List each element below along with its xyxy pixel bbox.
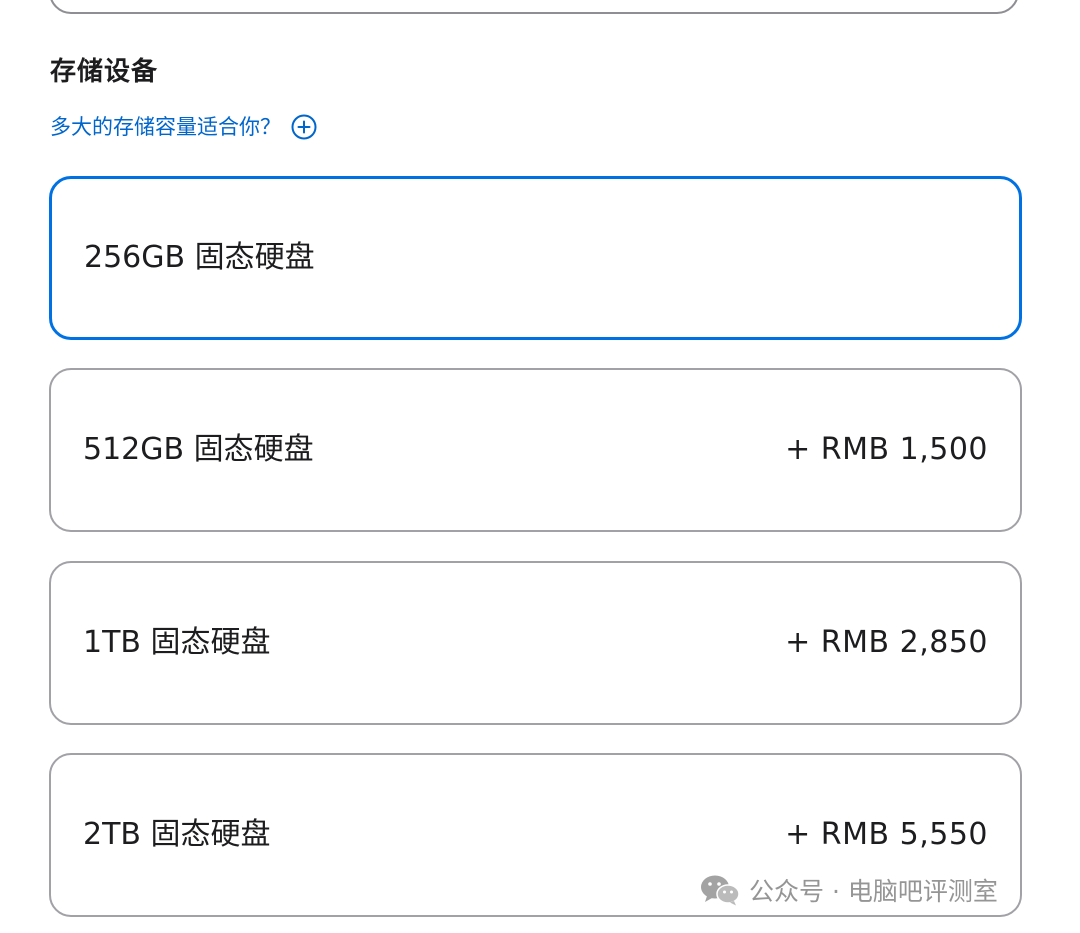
previous-option-card[interactable]	[49, 0, 1019, 14]
option-label: 512GB 固态硬盘	[83, 432, 314, 467]
plus-circle-icon[interactable]	[291, 114, 317, 140]
storage-help-link[interactable]: 多大的存储容量适合你？	[50, 109, 317, 145]
storage-help-link-text: 多大的存储容量适合你？	[50, 115, 281, 139]
storage-option-1tb[interactable]: 1TB 固态硬盘 + RMB 2,850	[49, 561, 1022, 725]
storage-config-page: 存储设备 多大的存储容量适合你？ 256GB 固态硬盘 512GB 固态硬盘 +…	[0, 0, 1080, 933]
wechat-icon	[701, 875, 740, 906]
option-label: 1TB 固态硬盘	[83, 625, 271, 660]
section-title: 存储设备	[50, 57, 159, 87]
watermark-text: 公众号 · 电脑吧评测室	[749, 877, 998, 906]
option-price: + RMB 1,500	[785, 432, 988, 467]
storage-option-256gb[interactable]: 256GB 固态硬盘	[49, 176, 1022, 340]
storage-option-512gb[interactable]: 512GB 固态硬盘 + RMB 1,500	[49, 368, 1022, 532]
option-price: + RMB 5,550	[785, 817, 988, 852]
watermark: 公众号 · 电脑吧评测室	[699, 872, 998, 908]
option-label: 256GB 固态硬盘	[84, 240, 315, 275]
option-label: 2TB 固态硬盘	[83, 817, 271, 852]
option-price: + RMB 2,850	[785, 625, 988, 660]
